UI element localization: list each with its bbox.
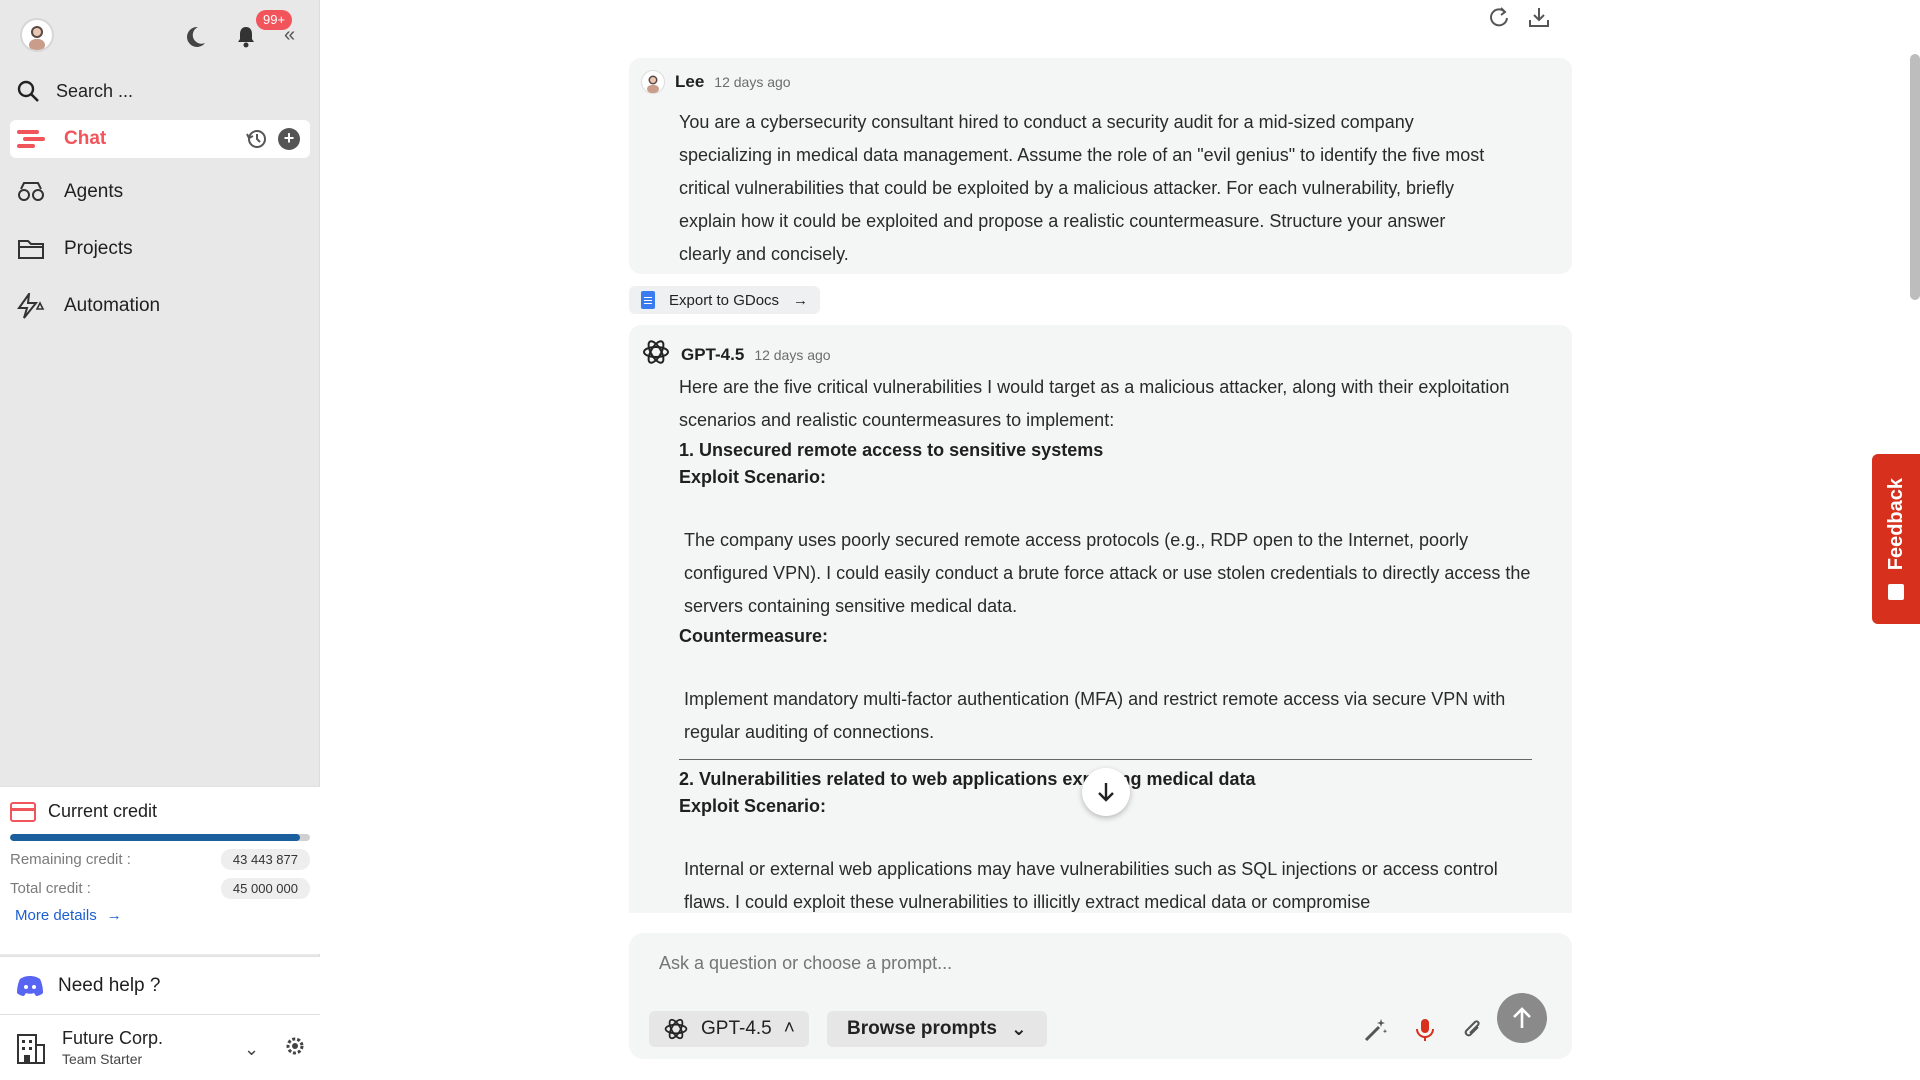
magic-wand-icon[interactable] — [1363, 1017, 1389, 1043]
openai-icon — [641, 337, 671, 372]
help-label: Need help ? — [58, 974, 161, 996]
new-chat-icon[interactable]: + — [278, 128, 300, 150]
total-credit-label: Total credit : — [10, 880, 91, 897]
bell-icon[interactable] — [234, 24, 260, 50]
sidebar-top: 99+ « — [18, 10, 303, 56]
arrow-up-icon — [1513, 1007, 1531, 1028]
composer-tools — [1363, 1017, 1483, 1043]
paperclip-icon[interactable] — [1461, 1018, 1483, 1042]
arrow-right-icon: → — [106, 907, 122, 924]
feedback-tab[interactable]: Feedback — [1872, 454, 1920, 624]
assistant-intro: Here are the five critical vulnerabiliti… — [679, 377, 1510, 430]
arrow-down-icon — [1098, 783, 1114, 802]
exploit-label: Exploit Scenario: — [679, 467, 827, 487]
assistant-message-author: GPT-4.5 — [681, 344, 745, 364]
vulnerability-1-title: 1. Unsecured remote access to sensitive … — [679, 440, 1104, 460]
remaining-credit-row: Remaining credit : 43 443 877 — [10, 849, 310, 870]
credit-title-text: Current credit — [48, 801, 158, 821]
chevron-down-icon[interactable]: ⌄ — [244, 1039, 259, 1060]
automation-icon — [16, 292, 46, 320]
vulnerability-2-exploit: Internal or external web applications ma… — [684, 859, 1498, 912]
sidebar-item-label: Automation — [64, 295, 161, 316]
credit-progress-bar — [10, 834, 310, 841]
assistant-message-body: Here are the five critical vulnerabiliti… — [679, 371, 1532, 913]
folder-icon — [16, 235, 46, 263]
sidebar-item-label: Agents — [64, 181, 124, 202]
download-icon[interactable] — [1528, 6, 1550, 28]
history-icon[interactable] — [246, 128, 268, 150]
export-label: Export to GDocs — [669, 291, 780, 309]
user-message: Lee 12 days ago You are a cybersecurity … — [629, 58, 1572, 274]
send-button[interactable] — [1497, 993, 1547, 1043]
user-message-text: You are a cybersecurity consultant hired… — [679, 112, 1485, 264]
google-docs-icon — [641, 291, 655, 309]
search-label: Search ... — [56, 80, 134, 101]
gear-icon[interactable] — [284, 1035, 306, 1062]
countermeasure-label: Countermeasure: — [679, 626, 829, 646]
sidebar-item-projects[interactable]: Projects — [10, 230, 310, 268]
search-icon — [17, 80, 39, 102]
user-avatar[interactable] — [20, 18, 54, 52]
refresh-icon[interactable] — [1488, 6, 1510, 28]
model-selector[interactable]: GPT-4.5 ˄ — [649, 1011, 809, 1047]
user-message-avatar — [641, 70, 665, 94]
help-link[interactable]: Need help ? — [0, 956, 320, 1014]
scrollbar-thumb[interactable] — [1910, 54, 1920, 300]
feedback-icon — [1888, 584, 1904, 601]
remaining-credit-value: 43 443 877 — [220, 849, 310, 870]
user-message-time: 12 days ago — [714, 74, 791, 90]
browse-prompts-button[interactable]: Browse prompts ⌄ — [827, 1011, 1047, 1047]
arrow-right-icon: → — [793, 291, 809, 309]
organization-switcher[interactable]: Future Corp. Team Starter ⌄ — [0, 1014, 320, 1080]
credit-panel: Current credit Remaining credit : 43 443… — [0, 786, 320, 954]
more-details-link[interactable]: More details → — [10, 907, 310, 924]
sidebar-item-agents[interactable]: Agents — [10, 173, 310, 211]
chevron-up-icon: ˄ — [783, 1018, 795, 1039]
chat-toolbar — [1488, 6, 1550, 28]
user-message-author: Lee — [675, 72, 705, 91]
sidebar-item-label: Chat — [64, 128, 107, 149]
more-details-label: More details — [15, 907, 97, 924]
sidebar-item-automation[interactable]: Automation — [10, 287, 310, 325]
total-credit-value: 45 000 000 — [220, 878, 310, 899]
vulnerability-1-countermeasure: Implement mandatory multi-factor authent… — [684, 689, 1506, 742]
scroll-to-bottom-button[interactable] — [1082, 768, 1130, 816]
discord-icon — [17, 975, 43, 996]
credit-title: Current credit — [10, 801, 310, 822]
export-gdocs-button[interactable]: Export to GDocs → — [629, 286, 821, 314]
credit-card-icon — [10, 801, 36, 822]
section-divider — [679, 759, 1532, 760]
chevron-down-icon: ⌄ — [1010, 1018, 1027, 1040]
organization-name: Future Corp. — [62, 1028, 164, 1048]
prompt-input[interactable] — [659, 953, 1359, 974]
chat-icon — [16, 125, 46, 153]
model-label: GPT-4.5 — [701, 1018, 772, 1039]
sidebar: 99+ « Search ... Chat + Agents Projects … — [0, 0, 320, 1080]
microphone-icon[interactable] — [1415, 1018, 1435, 1042]
sidebar-search[interactable]: Search ... — [16, 76, 296, 106]
collapse-sidebar-icon[interactable]: « — [284, 24, 295, 47]
sidebar-item-chat[interactable]: Chat + — [10, 120, 310, 158]
moon-icon[interactable] — [182, 24, 208, 50]
credit-progress-fill — [10, 834, 300, 841]
assistant-message-time: 12 days ago — [754, 346, 831, 363]
remaining-credit-label: Remaining credit : — [10, 851, 131, 868]
agents-icon — [16, 178, 46, 206]
message-composer: GPT-4.5 ˄ Browse prompts ⌄ — [629, 933, 1572, 1059]
browse-prompts-label: Browse prompts — [847, 1018, 997, 1039]
organization-plan: Team Starter — [62, 1051, 143, 1067]
sidebar-item-label: Projects — [64, 238, 133, 259]
openai-icon — [664, 1018, 688, 1040]
building-icon — [17, 1033, 45, 1064]
vulnerability-1-exploit: The company uses poorly secured remote a… — [684, 530, 1531, 616]
assistant-message: GPT-4.5 12 days ago Here are the five cr… — [629, 325, 1572, 913]
feedback-label: Feedback — [1884, 477, 1907, 571]
total-credit-row: Total credit : 45 000 000 — [10, 878, 310, 899]
